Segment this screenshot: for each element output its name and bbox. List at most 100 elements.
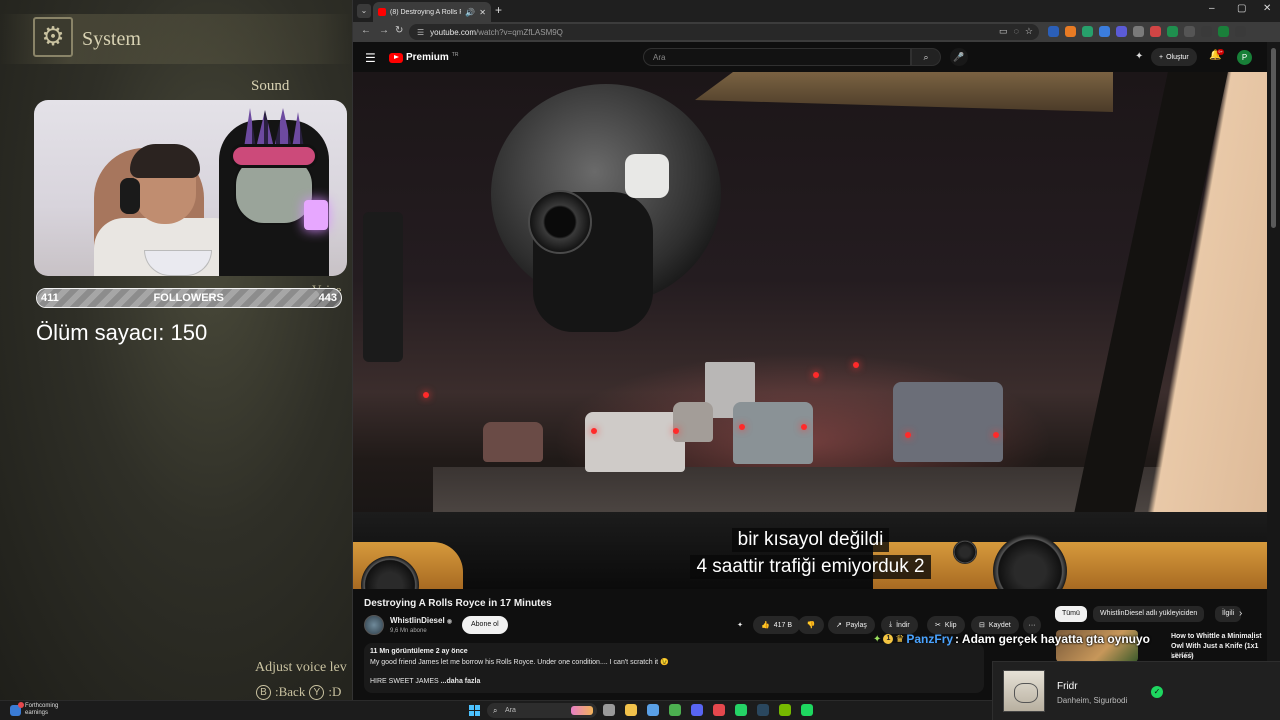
address-url[interactable]: youtube.com/watch?v=qmZfLASM9Q — [430, 28, 563, 37]
filter-chip[interactable]: WhistlinDiesel adlı yükleyiciden — [1093, 606, 1205, 622]
extension-icon[interactable] — [1048, 26, 1059, 37]
page-scrollbar[interactable] — [1267, 42, 1280, 700]
share-button[interactable]: ↗ Paylaş — [828, 616, 875, 634]
widgets-button[interactable]: Forthcoming earnings — [10, 701, 58, 717]
youtube-search-input[interactable]: Ara — [643, 48, 911, 66]
sub-badge-icon: ✦ — [873, 633, 882, 645]
car — [673, 402, 713, 442]
scrollbar-thumb[interactable] — [1271, 48, 1276, 228]
windows-start-icon[interactable] — [469, 705, 480, 716]
webcam-feed — [34, 100, 347, 276]
avatar[interactable]: P — [1237, 50, 1252, 65]
y-button-icon: Y — [309, 684, 325, 700]
adjust-voice-hint: Adjust voice lev — [255, 660, 347, 675]
album-art — [1003, 670, 1045, 712]
channel-avatar[interactable] — [364, 615, 384, 635]
steam-icon[interactable] — [757, 704, 769, 716]
now-playing-toast[interactable]: Fridr Danheim, Sigurbodi ✓ — [992, 661, 1280, 720]
youtube-logo[interactable]: Premium TR — [389, 52, 458, 63]
extension-icon[interactable] — [1150, 26, 1161, 37]
game-overlay: ⚙ System Sound Voice 411 FOLLOWERS 443 Ö… — [0, 0, 352, 700]
tail-light — [905, 432, 911, 438]
extension-icon[interactable] — [1167, 26, 1178, 37]
address-bar[interactable]: ☰ youtube.com/watch?v=qmZfLASM9Q ▭ ◌ ☆ — [409, 24, 1039, 40]
whatsapp-icon[interactable] — [735, 704, 747, 716]
tail-light — [801, 424, 807, 430]
tab-youtube[interactable]: (8) Destroying A Rolls Royce 🔊 ✕ — [373, 2, 491, 22]
nvidia-icon[interactable] — [779, 704, 791, 716]
store-icon[interactable] — [647, 704, 659, 716]
forward-icon[interactable]: → — [379, 25, 389, 36]
back-hint-label: :Back — [275, 684, 306, 699]
file-explorer-icon[interactable] — [625, 704, 637, 716]
browser-menu-icon[interactable] — [1235, 26, 1246, 37]
y-hint-label: :D — [328, 684, 342, 699]
widgets-badge — [18, 701, 24, 708]
like-button[interactable]: 👍 417 B — [753, 616, 801, 634]
microphone-icon[interactable]: 🎤 — [950, 48, 968, 66]
close-window-icon[interactable]: ✕ — [1263, 3, 1271, 14]
menu-icon[interactable]: ☰ — [365, 51, 376, 65]
profile-icon[interactable] — [1218, 26, 1229, 37]
goblin-goggles — [230, 144, 318, 168]
new-tab-icon[interactable]: + — [495, 3, 502, 17]
chevron-right-icon[interactable]: › — [1239, 608, 1242, 619]
tab-search-icon[interactable]: ⌄ — [357, 4, 371, 18]
extension-icon[interactable] — [1116, 26, 1127, 37]
b-button-icon: B — [256, 684, 271, 700]
extensions-row — [1048, 26, 1246, 37]
create-button[interactable]: + Oluştur — [1151, 48, 1197, 66]
filter-chip[interactable]: İlgili — [1215, 606, 1242, 622]
tail-light — [813, 372, 819, 378]
back-icon[interactable]: ← — [361, 25, 371, 36]
description-line: HIRE SWEET JAMES — [370, 678, 439, 685]
extension-icon[interactable] — [1099, 26, 1110, 37]
extension-icon[interactable] — [1133, 26, 1144, 37]
download-icon: ⤓ — [889, 621, 893, 628]
tab-close-icon[interactable]: ✕ — [479, 8, 486, 17]
taskbar-search[interactable]: ⌕ Ara — [487, 703, 597, 718]
bookmark-star-icon[interactable]: ☆ — [1025, 26, 1033, 37]
site-info-icon[interactable]: ☰ — [417, 28, 424, 37]
channel-name[interactable]: WhistlinDiesel ◉ — [390, 616, 452, 625]
widgets-line: earnings — [25, 710, 49, 716]
controller-hints: B :Back Y :D — [256, 684, 341, 700]
more-vertical-icon[interactable]: ⋮ — [1248, 631, 1257, 642]
tab-strip: ⌄ (8) Destroying A Rolls Royce 🔊 ✕ + – ▢… — [353, 0, 1280, 22]
maximize-icon[interactable]: ▢ — [1237, 3, 1246, 14]
task-view-icon[interactable] — [603, 704, 615, 716]
opera-icon[interactable] — [713, 704, 725, 716]
chrome-icon[interactable] — [669, 704, 681, 716]
reload-icon[interactable]: ↻ — [395, 25, 403, 36]
game-tab-sound[interactable]: Sound — [251, 78, 289, 95]
cast-icon[interactable]: ✦ — [1135, 51, 1143, 62]
discord-icon[interactable] — [691, 704, 703, 716]
cast-icon[interactable]: ▭ — [999, 26, 1008, 37]
puzzle-icon[interactable] — [1184, 26, 1195, 37]
sidebar-icon[interactable] — [1201, 26, 1212, 37]
search-icon[interactable]: ⌕ — [911, 48, 941, 66]
gear-icon: ⚙ — [33, 17, 73, 57]
show-more-link[interactable]: ...daha fazla — [441, 678, 481, 685]
cast-chat-icon[interactable]: ✦ — [733, 616, 747, 634]
hide-icon[interactable]: ◌ — [1014, 26, 1019, 37]
search-icon: ⌕ — [493, 706, 498, 715]
dislike-button[interactable]: 👎 — [798, 616, 824, 634]
minimize-icon[interactable]: – — [1209, 3, 1215, 14]
mount-knob — [625, 154, 669, 198]
tab-audio-icon[interactable]: 🔊 — [465, 8, 475, 17]
spotify-icon[interactable] — [801, 704, 813, 716]
video-player[interactable]: bir kısayol değildi 4 saattir trafiği em… — [353, 72, 1268, 589]
chat-text: : Adam gerçek hayatta gta oynuyo — [955, 632, 1150, 646]
url-path: /watch?v=qmZfLASM9Q — [475, 27, 563, 37]
extension-icon[interactable] — [1065, 26, 1076, 37]
caption-line: 4 saattir trafiği emiyorduk 2 — [353, 555, 1268, 579]
game-menu-title: System — [82, 28, 141, 50]
filter-chip[interactable]: Tümü — [1055, 606, 1087, 622]
tail-light — [853, 362, 859, 368]
rank-badge: 1 — [883, 634, 894, 644]
subscribe-button[interactable]: Abone ol — [462, 616, 508, 634]
search-highlight-icon — [571, 706, 593, 715]
extension-icon[interactable] — [1082, 26, 1093, 37]
death-counter: Ölüm sayacı: 150 — [36, 320, 208, 345]
